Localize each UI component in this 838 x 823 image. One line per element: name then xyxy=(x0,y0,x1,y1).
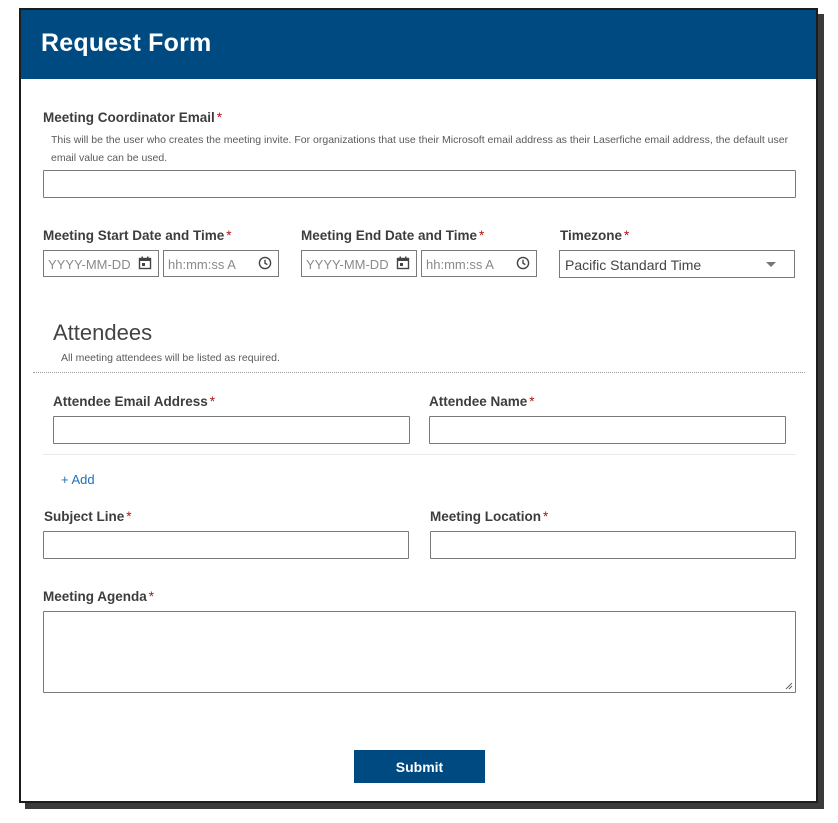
required-marker: * xyxy=(209,394,216,409)
meeting-location-input[interactable] xyxy=(430,531,796,559)
attendees-section-title: Attendees xyxy=(53,320,153,345)
start-time-placeholder: hh:mm:ss A xyxy=(168,257,236,272)
required-marker: * xyxy=(624,228,630,243)
timezone-label: Timezone * xyxy=(560,228,630,243)
meeting-agenda-label: Meeting Agenda * xyxy=(43,589,155,604)
clock-icon[interactable] xyxy=(258,256,272,270)
end-date-input[interactable]: YYYY-MM-DD xyxy=(301,250,417,277)
meeting-location-label: Meeting Location * xyxy=(430,509,549,524)
calendar-icon[interactable] xyxy=(396,256,410,270)
end-datetime-label: Meeting End Date and Time * xyxy=(301,228,485,243)
clock-icon[interactable] xyxy=(516,256,530,270)
start-datetime-label: Meeting Start Date and Time * xyxy=(43,228,232,243)
required-marker: * xyxy=(226,228,232,243)
required-marker: * xyxy=(148,589,155,604)
attendee-name-input[interactable] xyxy=(429,416,786,444)
add-attendee-link[interactable]: + Add xyxy=(61,472,95,487)
required-marker: * xyxy=(529,394,535,409)
coordinator-email-help: This will be the user who creates the me… xyxy=(51,134,789,164)
attendees-help: All meeting attendees will be listed as … xyxy=(61,352,280,364)
meeting-agenda-textarea[interactable] xyxy=(43,611,796,693)
calendar-icon[interactable] xyxy=(138,256,152,270)
start-date-input[interactable]: YYYY-MM-DD xyxy=(43,250,159,277)
end-time-input[interactable]: hh:mm:ss A xyxy=(421,250,537,277)
required-marker: * xyxy=(543,509,549,524)
coordinator-email-label: Meeting Coordinator Email * xyxy=(43,110,223,125)
timezone-value: Pacific Standard Time xyxy=(565,257,702,273)
start-time-input[interactable]: hh:mm:ss A xyxy=(163,250,279,277)
form-title: Request Form xyxy=(41,29,212,57)
attendee-email-input[interactable] xyxy=(53,416,410,444)
required-marker: * xyxy=(216,110,223,125)
start-date-placeholder: YYYY-MM-DD xyxy=(48,257,131,272)
chevron-down-icon[interactable] xyxy=(766,262,776,267)
form-header: Request Form xyxy=(21,10,816,79)
attendee-email-label: Attendee Email Address * xyxy=(53,394,216,409)
submit-button[interactable]: Submit xyxy=(354,750,485,783)
request-form: Request Form Meeting Coordinator Email * … xyxy=(19,8,818,803)
subject-line-label: Subject Line * xyxy=(44,509,132,524)
section-divider xyxy=(33,372,805,373)
coordinator-email-input[interactable] xyxy=(43,170,796,198)
end-date-placeholder: YYYY-MM-DD xyxy=(306,257,389,272)
end-time-placeholder: hh:mm:ss A xyxy=(426,257,494,272)
subject-line-input[interactable] xyxy=(43,531,409,559)
resize-handle-icon[interactable] xyxy=(785,682,793,690)
row-divider xyxy=(43,454,796,455)
timezone-select[interactable]: Pacific Standard Time xyxy=(559,250,795,278)
required-marker: * xyxy=(126,509,132,524)
required-marker: * xyxy=(479,228,485,243)
attendee-name-label: Attendee Name * xyxy=(429,394,535,409)
